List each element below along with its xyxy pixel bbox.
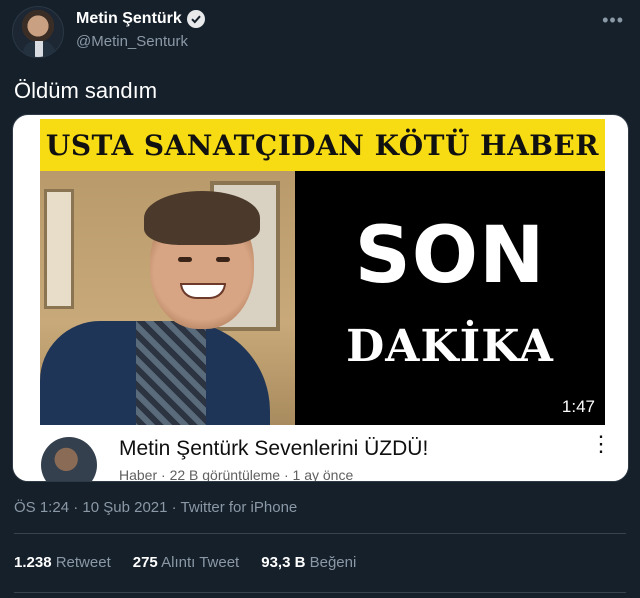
quote-label: Alıntı Tweet [161, 554, 240, 571]
thumbnail-banner: USTA SANATÇIDAN KÖTÜ HABER [40, 119, 605, 171]
verified-badge-icon [186, 10, 205, 28]
retweet-label: Retweet [55, 554, 111, 571]
hair-shape [144, 191, 260, 245]
tweet-stats: 1.238 Retweet 275 Alıntı Tweet 93,3 B Be… [14, 554, 356, 571]
like-count: 93,3 B [261, 554, 306, 571]
divider [14, 592, 626, 593]
avatar[interactable] [12, 6, 64, 58]
eye-shape [178, 257, 192, 262]
tweet-date[interactable]: 10 Şub 2021 [82, 499, 167, 516]
tweet-text: Öldüm sandım [14, 78, 158, 103]
headline-big: SON [354, 211, 546, 301]
eye-shape [216, 257, 230, 262]
tweet-time[interactable]: ÖS 1:24 [14, 499, 69, 516]
name-row: Metin Şentürk [76, 10, 205, 28]
separator-dot: · [171, 499, 181, 516]
retweet-stat[interactable]: 1.238 Retweet [14, 554, 111, 571]
youtube-card[interactable]: USTA SANATÇIDAN KÖTÜ HABER SON DAKİKA 1:… [12, 114, 629, 482]
window-shape [44, 189, 74, 309]
tweet-source[interactable]: Twitter for iPhone [181, 499, 298, 516]
like-stat[interactable]: 93,3 B Beğeni [261, 554, 356, 571]
quote-stat[interactable]: 275 Alıntı Tweet [133, 554, 239, 571]
video-meta: Haber · 22 B görüntüleme · 1 ay önce [119, 467, 354, 482]
tweet-header: Metin Şentürk @Metin_Senturk ••• [12, 6, 628, 60]
video-duration: 1:47 [561, 397, 595, 416]
scarf-shape [136, 321, 206, 425]
thumbnail-photo [40, 171, 295, 425]
quote-count: 275 [132, 554, 158, 571]
video-thumbnail[interactable]: USTA SANATÇIDAN KÖTÜ HABER SON DAKİKA 1:… [40, 119, 605, 425]
headline-panel: SON DAKİKA 1:47 [295, 171, 605, 425]
video-info-row[interactable]: Metin Şentürk Sevenlerini ÜZDÜ! Haber · … [13, 429, 628, 482]
retweet-count: 1.238 [14, 554, 52, 571]
channel-avatar[interactable] [41, 437, 97, 481]
like-label: Beğeni [309, 554, 357, 571]
user-handle[interactable]: @Metin_Senturk [76, 33, 188, 50]
avatar-shirt [35, 41, 43, 57]
display-name[interactable]: Metin Şentürk [76, 10, 182, 28]
more-vertical-icon[interactable]: ⋮ [590, 433, 612, 455]
separator-dot: · [73, 499, 83, 516]
banner-text: USTA SANATÇIDAN KÖTÜ HABER [45, 128, 600, 162]
divider [14, 533, 626, 534]
headline-small: DAKİKA [346, 321, 554, 372]
more-horizontal-icon[interactable]: ••• [602, 10, 624, 31]
video-title[interactable]: Metin Şentürk Sevenlerini ÜZDÜ! [119, 437, 428, 461]
tweet-timestamp-row: ÖS 1:24 · 10 Şub 2021 · Twitter for iPho… [14, 499, 297, 516]
